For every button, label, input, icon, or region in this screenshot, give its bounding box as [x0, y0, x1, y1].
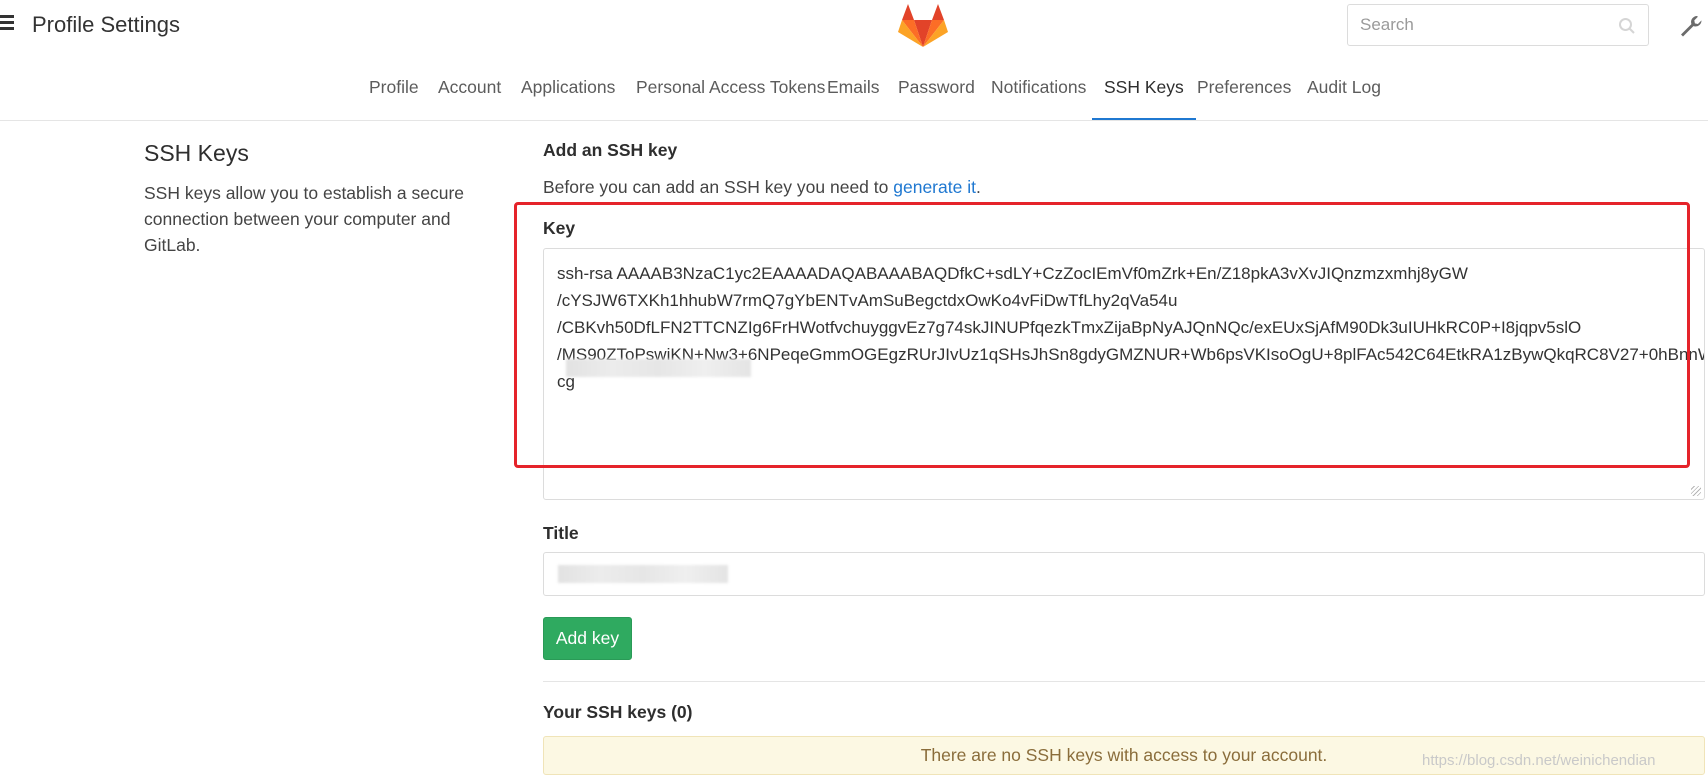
gitlab-logo-icon[interactable] — [898, 4, 948, 48]
hamburger-menu-icon[interactable] — [0, 15, 14, 31]
your-ssh-keys-heading: Your SSH keys (0) — [543, 702, 693, 722]
tab-password[interactable]: Password — [886, 72, 987, 118]
search-icon — [1619, 18, 1635, 34]
section-title: SSH Keys — [144, 140, 249, 166]
settings-tabs: Profile Account Applications Personal Ac… — [0, 72, 1708, 121]
add-key-button[interactable]: Add key — [543, 617, 632, 660]
title-label: Title — [543, 523, 579, 543]
redacted-blur — [558, 565, 728, 583]
red-highlight-annotation — [514, 202, 1690, 468]
resize-handle-icon[interactable] — [1691, 486, 1701, 496]
generate-it-link[interactable]: generate it — [893, 177, 976, 197]
section-description: SSH keys allow you to establish a secure… — [144, 183, 465, 255]
intro-text: Before you can add an SSH key you need t… — [543, 177, 889, 197]
divider — [543, 681, 1705, 682]
wrench-icon[interactable] — [1678, 13, 1704, 39]
search-box[interactable] — [1347, 4, 1649, 46]
intro-end: . — [975, 177, 981, 197]
tab-audit-log[interactable]: Audit Log — [1295, 72, 1393, 118]
tab-account[interactable]: Account — [426, 72, 513, 118]
add-ssh-key-heading: Add an SSH key — [543, 140, 678, 160]
tab-personal-access-tokens[interactable]: Personal Access Tokens — [624, 72, 837, 118]
tab-profile[interactable]: Profile — [357, 72, 431, 118]
search-input[interactable] — [1358, 14, 1602, 36]
title-field[interactable] — [543, 552, 1705, 596]
top-header: Profile Settings Profile Account Applica… — [0, 0, 1708, 121]
tab-emails[interactable]: Emails — [815, 72, 892, 118]
tab-notifications[interactable]: Notifications — [979, 72, 1098, 118]
page-title: Profile Settings — [32, 12, 180, 37]
watermark: https://blog.csdn.net/weinichendian — [1422, 752, 1656, 769]
tab-applications[interactable]: Applications — [509, 72, 627, 118]
tab-preferences[interactable]: Preferences — [1185, 72, 1303, 118]
tab-ssh-keys[interactable]: SSH Keys — [1092, 72, 1196, 120]
add-key-intro: Before you can add an SSH key you need t… — [543, 177, 981, 198]
